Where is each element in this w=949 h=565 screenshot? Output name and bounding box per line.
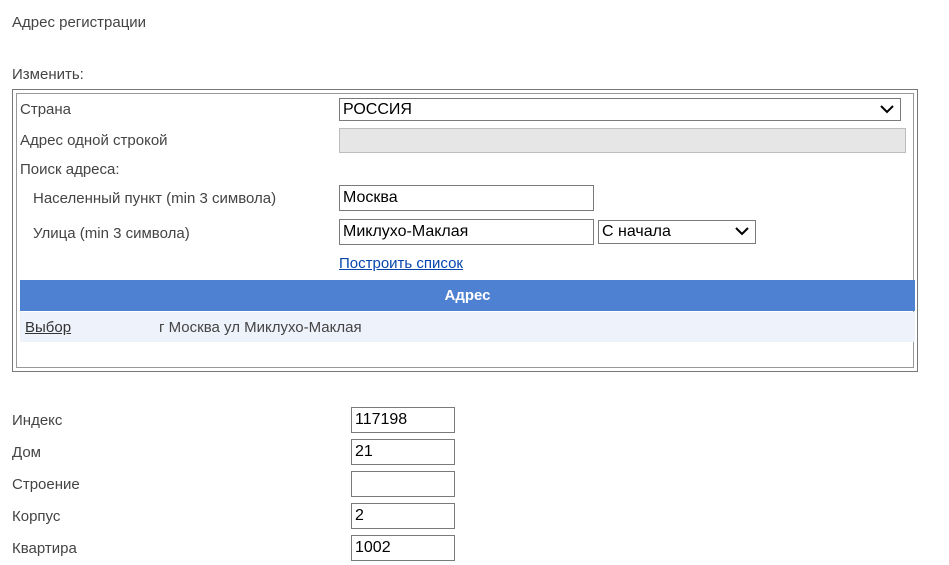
chevron-down-icon [735,227,749,236]
building-label: Строение [12,476,80,493]
chevron-down-icon [880,105,894,114]
building-input[interactable] [351,471,455,497]
index-input[interactable]: 117198 [351,407,455,433]
result-address-cell: г Москва ул Миклухо-Маклая [159,319,362,336]
country-select-value: РОССИЯ [343,101,412,118]
results-grid-header: Адрес [20,280,915,311]
street-label: Улица (min 3 символа) [33,225,190,242]
locality-input[interactable]: Москва [339,185,594,211]
house-input[interactable]: 21 [351,439,455,465]
block-input[interactable]: 2 [351,503,455,529]
street-input[interactable]: Миклухо-Маклая [339,219,594,245]
street-match-mode-select[interactable]: С начала [598,220,756,244]
table-row: Выбор г Москва ул Миклухо-Маклая [20,312,915,342]
street-match-mode-value: С начала [602,223,671,240]
one-line-address-field[interactable] [339,128,906,153]
apartment-label: Квартира [12,540,77,557]
address-registration-page: Адрес регистрации Изменить: Страна РОССИ… [0,0,949,565]
build-list-link[interactable]: Построить список [339,255,463,272]
country-label: Страна [20,101,72,118]
one-line-address-label: Адрес одной строкой [20,132,168,149]
address-search-label: Поиск адреса: [20,161,120,178]
locality-label: Населенный пункт (min 3 символа) [33,190,277,207]
block-label: Корпус [12,508,61,525]
index-label: Индекс [12,412,63,429]
country-select[interactable]: РОССИЯ [339,98,901,121]
apartment-input[interactable]: 1002 [351,535,455,561]
change-label: Изменить: [12,66,84,83]
page-title: Адрес регистрации [12,14,147,31]
select-address-link[interactable]: Выбор [25,319,71,336]
house-label: Дом [12,444,41,461]
